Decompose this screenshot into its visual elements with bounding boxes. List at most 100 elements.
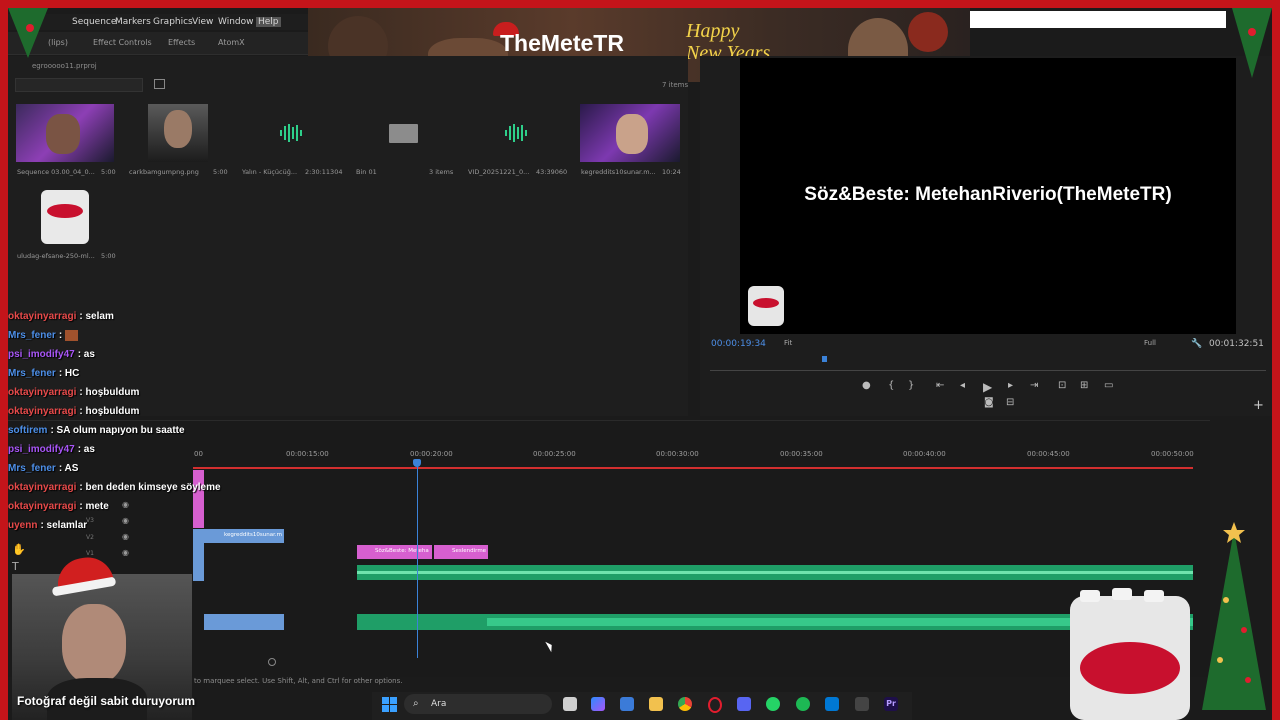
taskbar-search[interactable] bbox=[404, 694, 552, 714]
thumb-carkbamgum[interactable] bbox=[148, 104, 208, 162]
graphic-clip-stack[interactable] bbox=[193, 470, 204, 528]
eye-icon[interactable]: ◉ bbox=[122, 516, 129, 525]
christmas-tree-decoration bbox=[1202, 522, 1266, 710]
menu-sequence[interactable]: Sequence bbox=[72, 17, 116, 27]
current-timecode[interactable]: 00:00:19:34 bbox=[711, 339, 766, 349]
program-playhead[interactable] bbox=[822, 356, 827, 362]
add-button-icon[interactable]: + bbox=[1253, 398, 1264, 413]
capture-app-icon[interactable] bbox=[855, 697, 869, 711]
program-scrubber[interactable] bbox=[710, 370, 1266, 371]
total-duration: 00:01:32:51 bbox=[1209, 339, 1264, 349]
tab-effects[interactable]: Effects bbox=[168, 38, 195, 47]
clip-label: Seslendirme bbox=[452, 548, 487, 554]
holly-decoration bbox=[8, 8, 48, 58]
camera-icon[interactable]: ◙ bbox=[984, 397, 994, 408]
track-label-v1: V1 bbox=[86, 550, 94, 557]
thumb-label: Yalın - Küçücüğ... bbox=[242, 168, 298, 176]
chat-username: Mrs_fener bbox=[8, 463, 56, 474]
zoom-select[interactable]: Fit bbox=[784, 339, 792, 347]
video-clip-stack[interactable] bbox=[193, 529, 204, 581]
go-to-in-icon[interactable]: ⇤ bbox=[936, 380, 944, 391]
type-tool-icon[interactable]: T bbox=[12, 560, 19, 573]
copilot-icon[interactable] bbox=[591, 697, 605, 711]
audio-clip-a1[interactable] bbox=[357, 565, 1193, 580]
project-search-input[interactable] bbox=[15, 78, 143, 92]
project-items-count: 7 items bbox=[662, 81, 689, 89]
banner-happy: Happy bbox=[686, 20, 740, 42]
store-icon[interactable] bbox=[825, 697, 839, 711]
menu-graphics[interactable]: Graphics bbox=[153, 17, 193, 27]
audio-clip-kegreddits[interactable] bbox=[204, 614, 284, 630]
spotify-icon[interactable] bbox=[796, 697, 810, 711]
webcam-caption: Fotoğraf değil sabit duruyorum bbox=[17, 694, 196, 708]
file-explorer-icon[interactable] bbox=[649, 697, 663, 711]
task-view-icon[interactable] bbox=[563, 697, 577, 711]
playhead-handle[interactable] bbox=[413, 459, 421, 467]
chat-text: : ben deden kimseye söyleme bbox=[79, 482, 221, 493]
hand-tool-icon[interactable]: ✋ bbox=[12, 543, 26, 556]
audio-waveform-icon[interactable] bbox=[276, 122, 306, 144]
step-back-icon[interactable]: ◂ bbox=[960, 380, 965, 391]
chat-text: : as bbox=[77, 349, 95, 360]
tab-effect-controls[interactable]: Effect Controls bbox=[93, 38, 152, 47]
clip-label: Söz&Beste: Meteha bbox=[375, 548, 429, 554]
mark-in-icon[interactable]: { bbox=[888, 380, 894, 391]
time-tick: 00 bbox=[194, 450, 203, 458]
new-bin-icon[interactable] bbox=[154, 79, 165, 89]
chat-text: : SA olum napıyon bu saatte bbox=[50, 425, 185, 436]
tab-atomx[interactable]: AtomX bbox=[218, 38, 245, 47]
wrench-icon[interactable]: 🔧 bbox=[1191, 339, 1202, 349]
menu-view[interactable]: View bbox=[192, 17, 213, 27]
menu-markers[interactable]: Markers bbox=[115, 17, 151, 27]
chat-username: Mrs_fener bbox=[8, 330, 56, 342]
chat-message: psi_imodify47: as bbox=[8, 444, 95, 455]
lift-icon[interactable]: ⊡ bbox=[1058, 380, 1066, 391]
discord-icon[interactable] bbox=[737, 697, 751, 711]
thumb-kegreddits[interactable] bbox=[580, 104, 680, 162]
eye-icon[interactable]: ◉ bbox=[122, 532, 129, 541]
emote-icon bbox=[64, 330, 78, 341]
folder-icon[interactable] bbox=[389, 124, 418, 143]
thumb-sequence[interactable] bbox=[16, 104, 114, 162]
resolution-select[interactable]: Full bbox=[1144, 339, 1156, 347]
audio-waveform-icon[interactable] bbox=[501, 122, 531, 144]
chat-text: : hoşbuldum bbox=[79, 406, 140, 417]
chat-message: Mrs_fener: AS bbox=[8, 463, 78, 474]
graphic-clip-soz[interactable]: Söz&Beste: Meteha bbox=[357, 545, 432, 559]
thumb-label: Sequence 03.00_04_0... bbox=[17, 168, 95, 176]
comparison-icon[interactable]: ⊟ bbox=[1006, 397, 1014, 408]
timeline-playhead[interactable] bbox=[417, 460, 418, 658]
stream-frame-right bbox=[1272, 0, 1280, 720]
thumb-uludag[interactable] bbox=[41, 190, 89, 244]
chat-username: uyenn bbox=[8, 520, 38, 531]
remote-icon[interactable] bbox=[620, 697, 634, 711]
chat-username: psi_imodify47 bbox=[8, 349, 75, 360]
play-icon[interactable]: ▶ bbox=[983, 380, 992, 394]
premiere-pro-icon[interactable]: Pr bbox=[884, 697, 898, 711]
opera-icon[interactable] bbox=[708, 697, 722, 713]
menu-window[interactable]: Window bbox=[218, 17, 254, 27]
menu-help[interactable]: Help bbox=[256, 17, 281, 27]
work-area-bar[interactable] bbox=[193, 467, 1193, 469]
chrome-icon[interactable] bbox=[678, 697, 692, 711]
add-marker-icon[interactable]: ● bbox=[862, 380, 871, 391]
video-clip-kegreddits[interactable]: kegreddits10sunar.m bbox=[204, 529, 284, 543]
graphic-clip-seslendirme[interactable]: Seslendirme bbox=[434, 545, 488, 559]
chat-text: : hoşbuldum bbox=[79, 387, 140, 398]
mark-out-icon[interactable]: } bbox=[908, 380, 914, 391]
go-to-out-icon[interactable]: ⇥ bbox=[1030, 380, 1038, 391]
extract-icon[interactable]: ⊞ bbox=[1080, 380, 1088, 391]
zoom-handle[interactable] bbox=[268, 658, 276, 666]
uludag-bottles-decoration bbox=[1070, 588, 1190, 720]
export-frame-icon[interactable]: ▭ bbox=[1104, 380, 1113, 391]
thumb-label: carkbamgumpng.png bbox=[129, 168, 199, 176]
chat-message: oktayinyarragi: hoşbuldum bbox=[8, 406, 139, 417]
windows-start-icon[interactable] bbox=[382, 697, 397, 712]
eye-icon[interactable]: ◉ bbox=[122, 548, 129, 557]
whatsapp-icon[interactable] bbox=[766, 697, 780, 711]
chat-message: softirem: SA olum napıyon bu saatte bbox=[8, 425, 185, 436]
track-label-v3: V3 bbox=[86, 517, 94, 524]
track-label-v2: V2 bbox=[86, 534, 94, 541]
step-forward-icon[interactable]: ▸ bbox=[1008, 380, 1013, 391]
eye-icon[interactable]: ◉ bbox=[122, 500, 129, 509]
